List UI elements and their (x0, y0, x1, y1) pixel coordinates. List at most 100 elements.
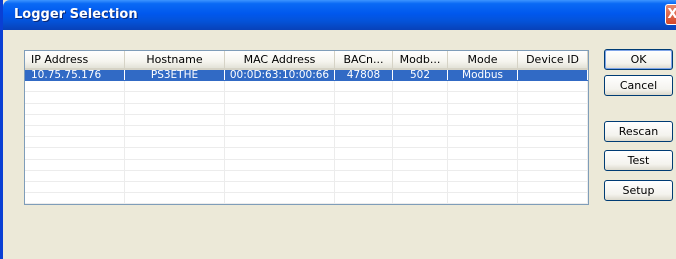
cell-ip-address: 10.75.75.176 (25, 70, 125, 81)
empty-cell (25, 103, 125, 114)
logger-selection-dialog: Logger Selection X IP Address Hostname M… (0, 0, 676, 259)
cancel-button[interactable]: Cancel (604, 75, 673, 96)
empty-cell (25, 148, 125, 159)
empty-cell (225, 103, 335, 114)
column-header-hostname[interactable]: Hostname (125, 51, 225, 68)
table-row-empty (25, 114, 588, 126)
column-header-bacnet[interactable]: BACn... (335, 51, 393, 68)
empty-cell (518, 170, 588, 181)
cell-device-id (518, 70, 588, 81)
empty-cell (25, 159, 125, 170)
empty-cell (125, 81, 225, 92)
empty-cell (393, 148, 448, 159)
empty-cell (518, 181, 588, 193)
empty-cell (393, 193, 448, 204)
table-row-empty (25, 193, 588, 204)
empty-cell (335, 193, 393, 204)
empty-cell (393, 137, 448, 148)
close-button[interactable]: X (665, 4, 676, 25)
empty-cell (335, 170, 393, 181)
close-icon: X (667, 7, 676, 22)
column-header-device-id[interactable]: Device ID (518, 51, 588, 68)
empty-cell (25, 125, 125, 137)
empty-cell (225, 193, 335, 204)
table-row-empty (25, 92, 588, 104)
cell-mac-address: 00:0D:63:10:00:66 (225, 70, 335, 81)
column-header-modbus[interactable]: Modb... (393, 51, 448, 68)
empty-cell (518, 148, 588, 159)
empty-cell (225, 92, 335, 103)
empty-cell (518, 103, 588, 114)
empty-cell (25, 170, 125, 181)
title-bar[interactable]: Logger Selection X (3, 0, 676, 30)
empty-cell (225, 159, 335, 170)
empty-cell (225, 170, 335, 181)
empty-cell (25, 92, 125, 103)
table-row-empty (25, 125, 588, 138)
table-row-empty (25, 137, 588, 149)
empty-cell (335, 148, 393, 159)
empty-cell (518, 125, 588, 137)
empty-cell (25, 114, 125, 125)
empty-cell (125, 181, 225, 193)
empty-cell (448, 181, 518, 193)
column-header-mode[interactable]: Mode (448, 51, 518, 68)
cell-mode: Modbus (448, 70, 518, 81)
empty-cell (393, 125, 448, 137)
empty-cell (25, 81, 125, 92)
empty-cell (448, 125, 518, 137)
setup-button[interactable]: Setup (604, 180, 673, 201)
table-row-empty (25, 103, 588, 115)
empty-cell (225, 148, 335, 159)
empty-cell (448, 148, 518, 159)
empty-cell (25, 137, 125, 148)
test-button[interactable]: Test (604, 150, 673, 171)
empty-cell (518, 92, 588, 103)
empty-cell (225, 125, 335, 137)
empty-cell (335, 125, 393, 137)
empty-cell (125, 170, 225, 181)
empty-cell (335, 81, 393, 92)
cell-bacnet-port: 47808 (335, 70, 393, 81)
cell-hostname: PS3ETHE (125, 70, 225, 81)
empty-cell (393, 170, 448, 181)
rescan-button[interactable]: Rescan (604, 121, 673, 142)
cell-modbus-port: 502 (393, 70, 448, 81)
empty-cell (335, 103, 393, 114)
empty-cell (125, 148, 225, 159)
empty-cell (393, 181, 448, 193)
empty-cell (335, 137, 393, 148)
empty-cell (448, 81, 518, 92)
empty-cell (518, 159, 588, 170)
table-row-empty (25, 148, 588, 160)
empty-cell (448, 193, 518, 204)
empty-cell (393, 81, 448, 92)
empty-cell (393, 114, 448, 125)
table-row[interactable]: 10.75.75.176 PS3ETHE 00:0D:63:10:00:66 4… (25, 70, 588, 82)
window-title: Logger Selection (14, 7, 138, 22)
empty-cell (125, 92, 225, 103)
empty-cell (448, 103, 518, 114)
empty-cell (225, 137, 335, 148)
empty-cell (125, 114, 225, 125)
empty-cell (225, 181, 335, 193)
empty-cell (518, 193, 588, 204)
table-row-empty (25, 81, 588, 93)
empty-cell (125, 103, 225, 114)
empty-cell (125, 137, 225, 148)
column-header-ip-address[interactable]: IP Address (25, 51, 125, 68)
ok-button[interactable]: OK (604, 49, 673, 70)
empty-cell (335, 114, 393, 125)
empty-cell (448, 170, 518, 181)
empty-cell (25, 193, 125, 204)
dialog-client-area: IP Address Hostname MAC Address BACn... … (6, 30, 676, 259)
empty-cell (335, 181, 393, 193)
list-rows: 10.75.75.176 PS3ETHE 00:0D:63:10:00:66 4… (25, 70, 588, 204)
empty-cell (518, 81, 588, 92)
empty-cell (393, 103, 448, 114)
table-row-empty (25, 170, 588, 182)
empty-cell (448, 137, 518, 148)
empty-cell (448, 159, 518, 170)
column-header-mac-address[interactable]: MAC Address (225, 51, 335, 68)
logger-list[interactable]: IP Address Hostname MAC Address BACn... … (24, 50, 589, 205)
